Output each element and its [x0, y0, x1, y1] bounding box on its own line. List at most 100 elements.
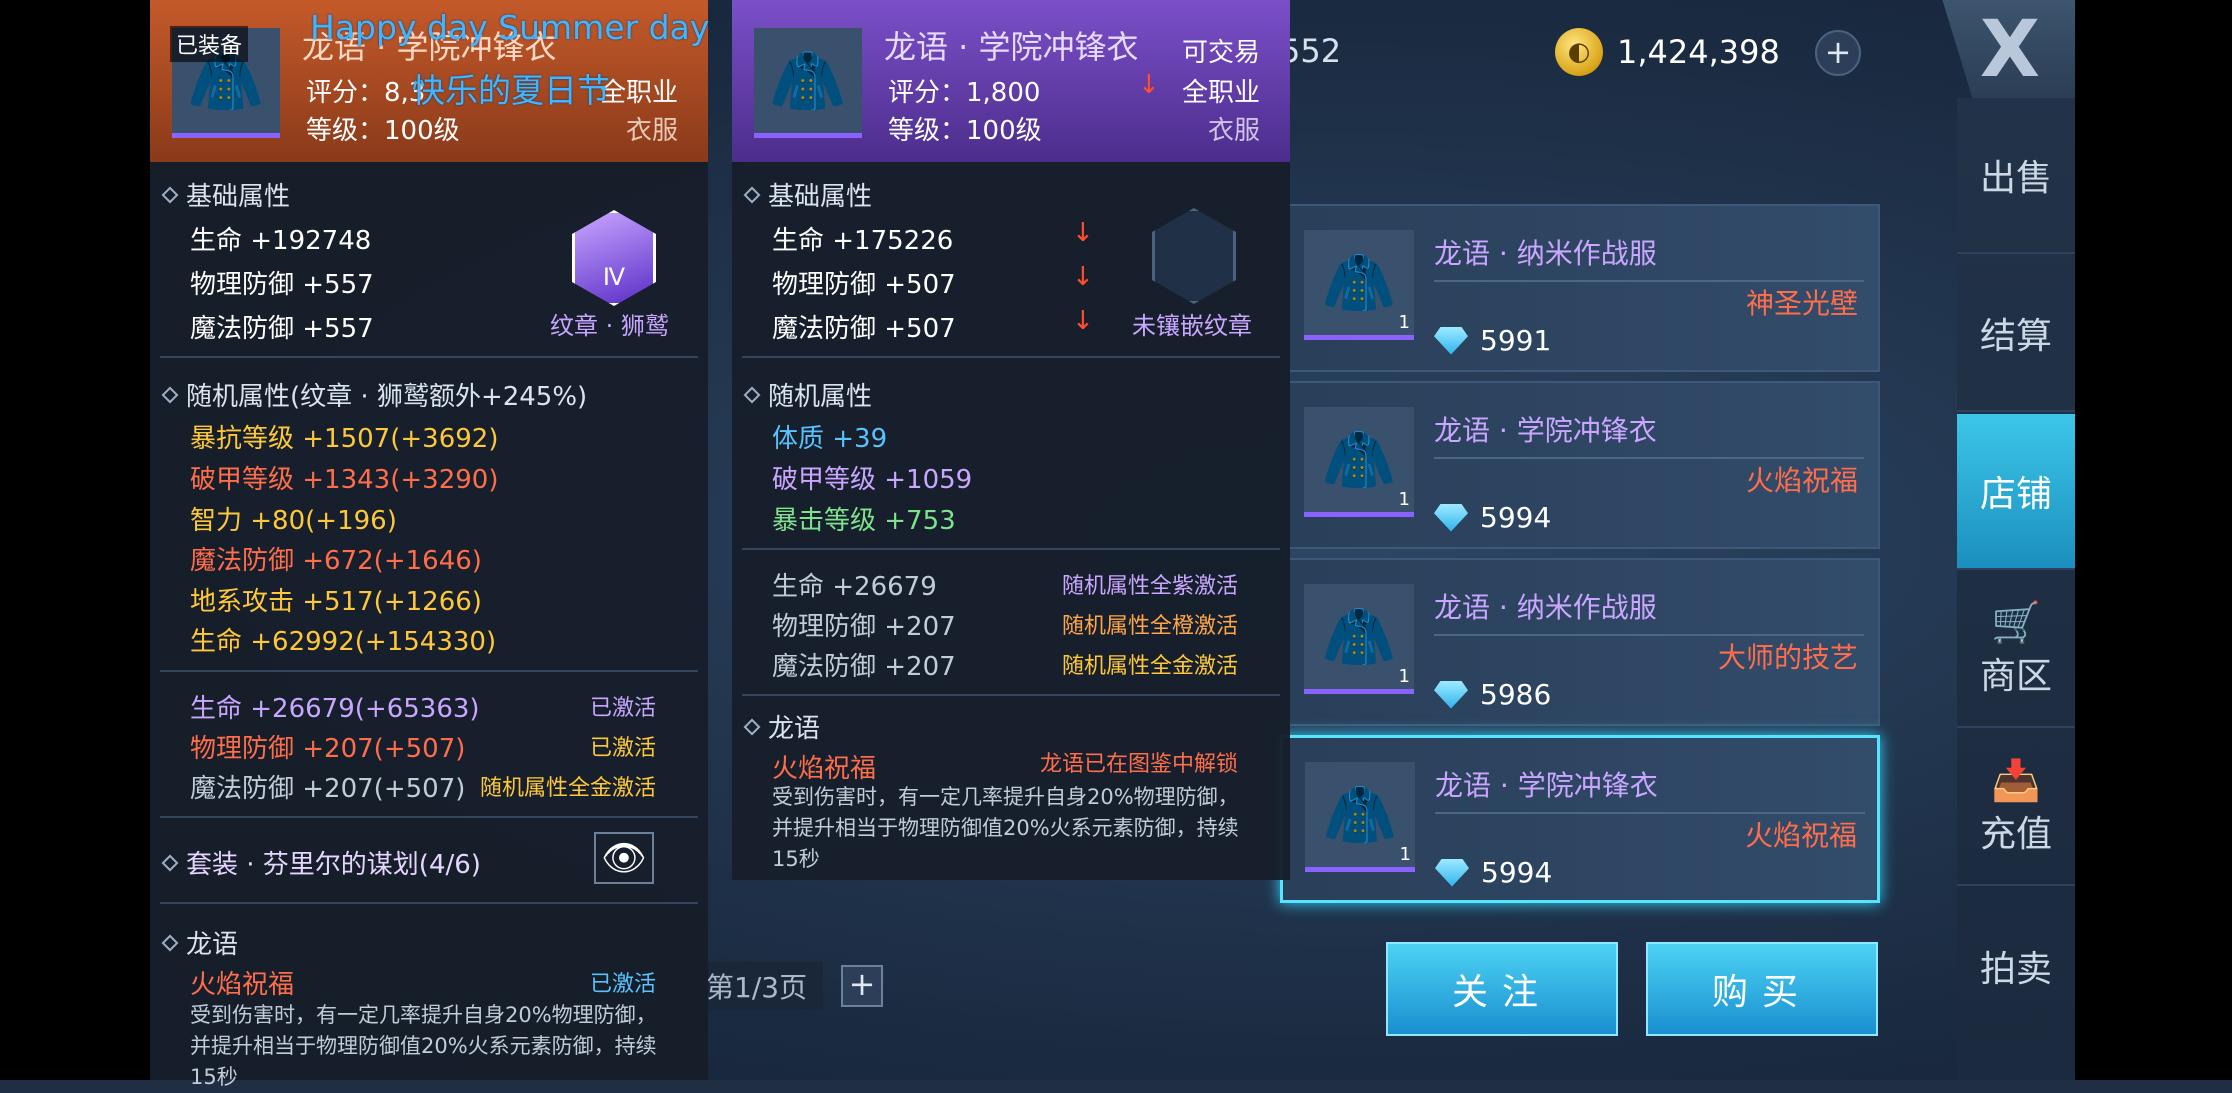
diamond-bullet-icon — [743, 186, 761, 203]
basic-attr-row: 生命 +175226 — [772, 226, 954, 256]
item-score: 评分：8,3 — [306, 78, 426, 108]
nav-recharge[interactable]: 📥 充值 — [1957, 730, 2075, 886]
nav-settle[interactable]: 结算 — [1957, 256, 2075, 412]
listing-item-tooltip: 🧥 龙语 · 学院冲锋衣 可交易 评分：1,800 ↓ 全职业 等级：100级 … — [732, 0, 1290, 880]
tooltip-header: 🧥 龙语 · 学院冲锋衣 可交易 评分：1,800 ↓ 全职业 等级：100级 … — [732, 0, 1290, 162]
recharge-icon: 📥 — [1991, 758, 2041, 804]
armor-icon: 🧥 1 — [1305, 762, 1415, 872]
section-label: 随机属性 — [768, 382, 873, 412]
listing-attribute: 火焰祝福 — [1745, 464, 1858, 497]
add-currency-button[interactable]: + — [1815, 30, 1861, 76]
item-slot: 衣服 — [1207, 116, 1260, 146]
basic-attr-title: 基础属性 — [743, 176, 872, 213]
nav-recharge-label: 充值 — [1979, 814, 2052, 855]
diamond-bullet-icon — [743, 386, 761, 403]
nav-settle-label: 结算 — [1979, 316, 2052, 357]
emblem-label: 未镶嵌纹章 — [1132, 312, 1252, 340]
listing-attribute: 神圣光壁 — [1745, 287, 1858, 320]
dragon-description: 受到伤害时，有一定几率提升自身20%物理防御，并提升相当于物理防御值20%火系元… — [772, 785, 1239, 871]
random-attr-row: 智力 +80(+196) — [190, 506, 397, 536]
item-profession: 全职业 — [1181, 78, 1260, 108]
price-value: 5994 — [1480, 501, 1552, 534]
basic-attr-row: 魔法防御 +507 — [772, 314, 956, 344]
item-level: 1 — [1399, 844, 1411, 865]
listing-card-selected[interactable]: 🧥 1 龙语 · 学院冲锋衣 火焰祝福 5994 — [1280, 735, 1880, 903]
gold-value: 1,424,398 — [1617, 33, 1780, 71]
nav-auction[interactable]: 拍卖 — [1957, 888, 2075, 1044]
bonus-attr-row: 物理防御 +207 — [772, 612, 956, 642]
item-level: 1 — [1398, 666, 1410, 687]
diamond-icon — [1434, 680, 1468, 709]
armor-icon: 🧥 1 — [1304, 584, 1414, 694]
down-arrow-icon: ↓ — [1138, 70, 1160, 100]
listing-attribute: 火焰祝福 — [1744, 819, 1857, 852]
buy-button[interactable]: 购买 — [1646, 942, 1878, 1036]
armor-icon: 🧥 — [754, 28, 862, 138]
page-indicator: 第1/3页 — [690, 962, 824, 1010]
diamond-bullet-icon — [743, 718, 761, 735]
nav-market[interactable]: 🛒 商区 — [1957, 572, 2075, 728]
basic-attr-row: 魔法防御 +557 — [190, 314, 374, 344]
emblem-label: 纹章 · 狮鹫 — [550, 312, 669, 340]
nav-sell[interactable]: 出售 — [1957, 98, 2075, 254]
cart-icon: 🛒 — [1991, 600, 2041, 646]
price-value: 5994 — [1481, 856, 1553, 889]
divider — [742, 694, 1280, 696]
listing-attribute: 大师的技艺 — [1717, 641, 1858, 674]
random-attr-row: 破甲等级 +1059 — [772, 465, 973, 495]
diamond-icon — [1435, 858, 1469, 887]
divider — [160, 356, 698, 358]
bonus-attr-row: 物理防御 +207(+507) — [190, 734, 466, 764]
dragon-title: 龙语 — [743, 708, 821, 745]
divider — [742, 548, 1280, 550]
section-label: 龙语 — [768, 714, 821, 744]
random-attr-row: 魔法防御 +672(+1646) — [190, 546, 482, 576]
nav-auction-label: 拍卖 — [1979, 949, 2052, 990]
listing-card[interactable]: 🧥 1 龙语 · 纳米作战服 大师的技艺 5986 — [1280, 558, 1880, 726]
bonus-attr-row: 魔法防御 +207 — [772, 652, 956, 682]
gold-currency: ◐ 1,424,398 — [1555, 28, 1780, 76]
basic-attr-row: 物理防御 +557 — [190, 270, 374, 300]
listing-name: 龙语 · 学院冲锋衣 — [1435, 769, 1658, 802]
basic-attr-title: 基础属性 — [161, 176, 290, 213]
emblem-tier: Ⅳ — [602, 263, 626, 291]
emblem-icon: Ⅳ — [572, 210, 656, 306]
random-attr-title: 随机属性(纹章 · 狮鹫额外+245%) — [161, 376, 588, 413]
armor-icon: 🧥 1 — [1304, 407, 1414, 517]
basic-attr-row: 物理防御 +507 — [772, 270, 956, 300]
random-attr-row: 地系攻击 +517(+1266) — [190, 587, 482, 617]
next-page-button[interactable]: + — [841, 965, 884, 1007]
listing-price: 5994 — [1435, 856, 1552, 889]
eye-icon[interactable]: 👁 — [594, 832, 654, 884]
listing-price: 5991 — [1434, 324, 1551, 357]
follow-button[interactable]: 关注 — [1386, 942, 1618, 1036]
gold-coin-icon: ◐ — [1555, 28, 1603, 76]
random-attr-row: 暴抗等级 +1507(+3692) — [190, 424, 499, 454]
dragon-title: 龙语 — [161, 924, 239, 961]
random-attr-row: 生命 +62992(+154330) — [190, 627, 497, 657]
divider — [742, 356, 1280, 358]
side-nav: 出售 结算 店铺 🛒 商区 📥 充值 拍卖 — [1957, 98, 2075, 1080]
diamond-icon — [1434, 326, 1468, 355]
divider — [160, 902, 698, 904]
nav-shop[interactable]: 店铺 — [1957, 414, 2075, 570]
random-attr-row: 暴击等级 +753 — [772, 506, 956, 536]
listing-card[interactable]: 🧥 1 龙语 · 纳米作战服 神圣光壁 5991 — [1280, 204, 1880, 372]
price-value: 5991 — [1480, 324, 1552, 357]
bonus-status: 随机属性全橙激活 — [1062, 614, 1239, 639]
diamond-bullet-icon — [161, 186, 179, 203]
dragon-skill-name: 火焰祝福 — [772, 754, 877, 784]
overlay-caption-cn: 快乐的夏日节 — [412, 71, 610, 110]
nav-sell-label: 出售 — [1979, 158, 2052, 199]
left-letterbox — [0, 0, 150, 1080]
listing-price: 5986 — [1434, 678, 1551, 711]
diamond-bullet-icon — [161, 934, 179, 951]
section-label: 套装 · 芬里尔的谋划(4/6) — [186, 850, 481, 880]
listing-card[interactable]: 🧥 1 龙语 · 学院冲锋衣 火焰祝福 5994 — [1280, 381, 1880, 549]
section-label: 随机属性(纹章 · 狮鹫额外+245%) — [186, 382, 588, 412]
section-label: 龙语 — [186, 930, 239, 960]
item-level: 1 — [1398, 312, 1410, 333]
empty-emblem-slot-icon — [1152, 208, 1236, 304]
pager: 第1/3页 + — [690, 962, 884, 1010]
divider — [160, 670, 698, 672]
